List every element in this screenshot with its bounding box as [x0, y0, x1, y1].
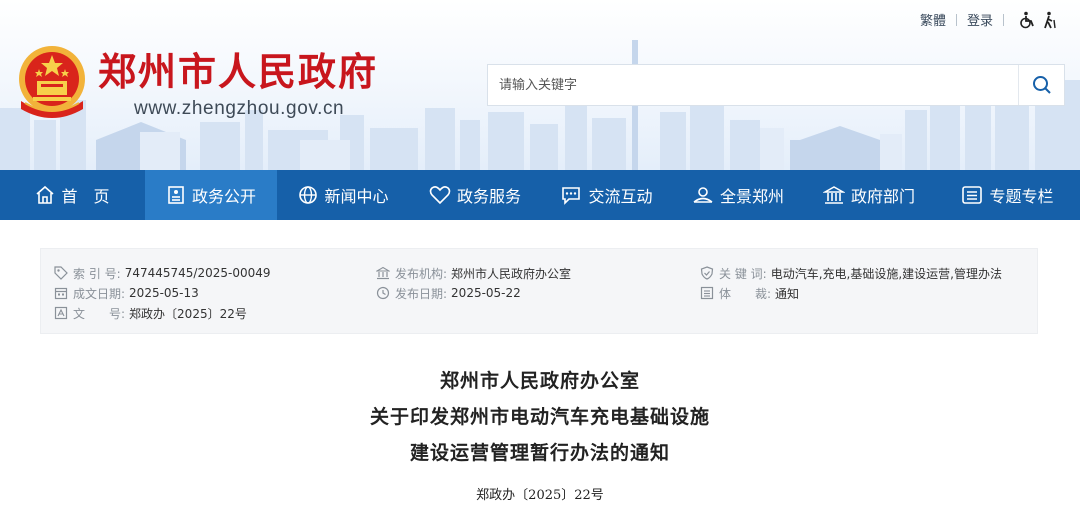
search-button[interactable]	[1018, 65, 1064, 105]
nav-item-label: 新闻中心	[324, 187, 389, 206]
article-title-line-3: 建设运营管理暂行办法的通知	[409, 442, 670, 464]
national-emblem-logo	[19, 46, 85, 118]
nav-item-label: 专题专栏	[989, 187, 1054, 206]
metadata-column-2: 发布机构: 郑州市人民政府办公室 发布日期: 2025-05-22	[376, 263, 571, 303]
tag-icon	[54, 266, 68, 280]
nav-item-label: 交流互动	[588, 187, 653, 206]
document-metadata-panel: 索 引 号: 747445745/2025-00049 成文日期: 2025-0…	[40, 248, 1038, 334]
metadata-created-date: 成文日期: 2025-05-13	[54, 283, 271, 303]
chat-icon	[562, 187, 581, 205]
login-link[interactable]: 登录	[967, 10, 993, 29]
nav-item-interaction[interactable]: 交流互动	[540, 170, 673, 220]
nav-item-departments[interactable]: 政府部门	[803, 170, 935, 220]
article-title-line-2: 关于印发郑州市电动汽车充电基础设施	[369, 406, 710, 428]
nav-item-government-affairs[interactable]: 政务公开	[145, 170, 277, 220]
columns-icon	[962, 186, 983, 204]
accessibility-tools	[1018, 11, 1058, 29]
search-input[interactable]	[488, 65, 1018, 105]
site-title: 郑州市人民政府	[98, 49, 379, 94]
elderly-icon[interactable]	[1042, 11, 1058, 29]
nav-item-news-center[interactable]: 新闻中心	[277, 170, 410, 220]
nav-item-label: 首 页	[61, 187, 110, 206]
heart-icon	[429, 186, 451, 205]
home-icon	[36, 185, 55, 204]
calendar-icon	[54, 287, 68, 300]
nav-item-special-topics[interactable]: 专题专栏	[935, 170, 1080, 220]
metadata-published-date: 发布日期: 2025-05-22	[376, 283, 571, 303]
nav-item-home[interactable]: 首 页	[0, 170, 145, 220]
nav-item-government-services[interactable]: 政务服务	[410, 170, 540, 220]
article-title-line-1: 郑州市人民政府办公室	[439, 370, 640, 392]
article-document-number: 郑政办〔2025〕22号	[476, 488, 604, 503]
site-url: www.zhengzhou.gov.cn	[134, 98, 345, 119]
main-nav: 首 页 政务公开 新闻中心 政务服务 交流互动 全景郑州 政府部门 专题专栏	[0, 170, 1080, 220]
nav-item-panorama[interactable]: 全景郑州	[673, 170, 803, 220]
building-icon	[822, 186, 845, 204]
site-header: 繁體 登录 郑州市人民政府 www.zhengzhou.gov.cn 请输入关键…	[0, 0, 1080, 170]
nav-item-label: 政府部门	[850, 187, 915, 206]
metadata-document-number: 文 号: 郑政办〔2025〕22号	[54, 303, 271, 323]
metadata-keywords: 关 键 词: 电动汽车,充电,基础设施,建设运营,管理办法	[700, 263, 1002, 283]
nav-item-label: 政务公开	[191, 187, 256, 206]
shield-check-icon	[700, 266, 714, 280]
nav-item-label: 全景郑州	[719, 187, 784, 206]
clock-icon	[376, 286, 390, 300]
metadata-genre: 体 裁: 通知	[700, 283, 1002, 303]
search-box	[487, 64, 1065, 106]
search-icon	[1032, 76, 1051, 94]
list-icon	[700, 286, 714, 300]
traditional-chinese-link[interactable]: 繁體	[920, 10, 946, 29]
document-icon	[168, 186, 184, 204]
divider	[955, 13, 957, 26]
institution-icon	[376, 266, 390, 280]
text-box-icon	[54, 306, 68, 320]
metadata-index-number: 索 引 号: 747445745/2025-00049	[54, 263, 271, 283]
metadata-column-1: 索 引 号: 747445745/2025-00049 成文日期: 2025-0…	[54, 263, 271, 323]
metadata-issuer: 发布机构: 郑州市人民政府办公室	[376, 263, 571, 283]
divider	[1003, 13, 1004, 26]
nav-item-label: 政务服务	[456, 187, 521, 206]
wheelchair-icon[interactable]	[1018, 11, 1036, 29]
globe-icon	[299, 186, 318, 204]
metadata-column-3: 关 键 词: 电动汽车,充电,基础设施,建设运营,管理办法 体 裁: 通知	[700, 263, 1002, 303]
landscape-icon	[693, 187, 713, 203]
top-links: 繁體 登录	[920, 10, 1058, 29]
